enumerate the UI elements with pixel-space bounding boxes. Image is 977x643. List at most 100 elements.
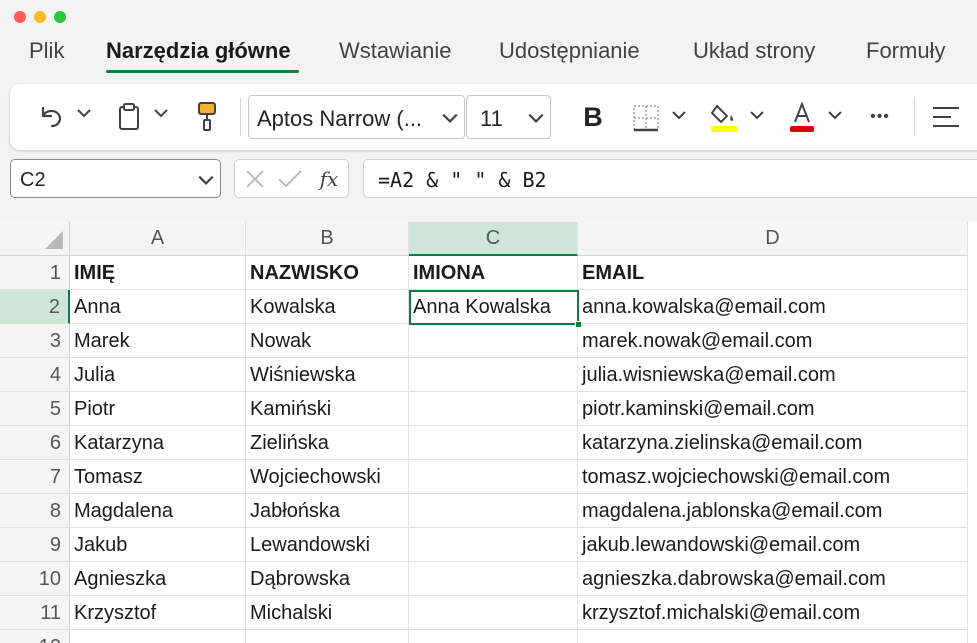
row-header-1[interactable]: 1: [0, 256, 70, 290]
table-cell[interactable]: piotr.kaminski@email.com: [578, 392, 968, 426]
font-color-chevron-down-icon[interactable]: [827, 107, 843, 127]
font-color-icon[interactable]: [786, 100, 818, 134]
close-window-button[interactable]: [14, 11, 26, 23]
table-cell[interactable]: Magdalena: [70, 494, 246, 528]
table-cell[interactable]: Nowak: [246, 324, 409, 358]
fill-color-chevron-down-icon[interactable]: [749, 107, 765, 127]
fill-color-icon[interactable]: [708, 100, 740, 134]
confirm-formula-icon[interactable]: [277, 167, 303, 191]
row-header-6[interactable]: 6: [0, 426, 70, 460]
table-cell[interactable]: [409, 562, 578, 596]
table-cell[interactable]: [409, 494, 578, 528]
table-cell[interactable]: Anna: [70, 290, 246, 324]
table-cell[interactable]: [578, 630, 968, 643]
clipboard-icon[interactable]: [114, 101, 144, 133]
row-header-3[interactable]: 3: [0, 324, 70, 358]
table-cell[interactable]: [409, 460, 578, 494]
table-cell[interactable]: Tomasz: [70, 460, 246, 494]
table-cell[interactable]: [409, 324, 578, 358]
table-cell[interactable]: [70, 630, 246, 643]
table-cell[interactable]: Michalski: [246, 596, 409, 630]
table-cell[interactable]: tomasz.wojciechowski@email.com: [578, 460, 968, 494]
bold-button[interactable]: B: [578, 102, 608, 132]
row-header-5[interactable]: 5: [0, 392, 70, 426]
row-header-4[interactable]: 4: [0, 358, 70, 392]
table-cell[interactable]: Kowalska: [246, 290, 409, 324]
tab-plik[interactable]: Plik: [29, 38, 64, 64]
header-cell[interactable]: IMIĘ: [70, 256, 246, 290]
table-cell[interactable]: [246, 630, 409, 643]
table-cell[interactable]: Wojciechowski: [246, 460, 409, 494]
column-header-b[interactable]: B: [246, 222, 409, 256]
insert-function-icon[interactable]: fx: [315, 165, 343, 193]
table-cell[interactable]: krzysztof.michalski@email.com: [578, 596, 968, 630]
table-cell[interactable]: marek.nowak@email.com: [578, 324, 968, 358]
row-header-2[interactable]: 2: [0, 290, 70, 324]
borders-chevron-down-icon[interactable]: [671, 107, 687, 127]
tab-formuly[interactable]: Formuły: [866, 38, 945, 64]
table-cell[interactable]: Piotr: [70, 392, 246, 426]
row-header-9[interactable]: 9: [0, 528, 70, 562]
format-painter-icon[interactable]: [192, 100, 222, 134]
header-cell[interactable]: NAZWISKO: [246, 256, 409, 290]
font-name-select[interactable]: Aptos Narrow (...: [248, 95, 465, 139]
name-box[interactable]: C2: [10, 159, 221, 198]
table-cell[interactable]: [409, 358, 578, 392]
row-header-8[interactable]: 8: [0, 494, 70, 528]
fill-handle[interactable]: [575, 321, 582, 328]
table-cell[interactable]: Krzysztof: [70, 596, 246, 630]
tab-narzedzia-glowne[interactable]: Narzędzia główne: [106, 38, 291, 64]
maximize-window-button[interactable]: [54, 11, 66, 23]
font-size-select[interactable]: 11: [466, 95, 551, 139]
tab-wstawianie[interactable]: Wstawianie: [339, 38, 451, 64]
font-name-chevron-down-icon: [441, 109, 459, 131]
table-cell[interactable]: [409, 528, 578, 562]
tab-uklad-strony[interactable]: Układ strony: [693, 38, 815, 64]
table-cell[interactable]: Jabłońska: [246, 494, 409, 528]
select-all-button[interactable]: [0, 222, 70, 256]
column-header-c[interactable]: C: [409, 222, 578, 256]
row-header-12[interactable]: 12: [0, 630, 70, 643]
table-cell[interactable]: Katarzyna: [70, 426, 246, 460]
table-cell[interactable]: Agnieszka: [70, 562, 246, 596]
table-cell[interactable]: [409, 392, 578, 426]
table-cell[interactable]: anna.kowalska@email.com: [578, 290, 968, 324]
table-cell[interactable]: [409, 426, 578, 460]
more-icon[interactable]: •••: [860, 102, 900, 132]
table-cell[interactable]: [409, 630, 578, 643]
table-cell[interactable]: magdalena.jablonska@email.com: [578, 494, 968, 528]
spreadsheet-grid[interactable]: A B C D 1 IMIĘ NAZWISKO IMIONA EMAIL 2 Anna Kowalsk…: [0, 222, 977, 643]
table-cell[interactable]: Kamiński: [246, 392, 409, 426]
align-icon[interactable]: [930, 102, 962, 132]
header-cell[interactable]: IMIONA: [409, 256, 578, 290]
table-cell[interactable]: Anna Kowalska: [409, 290, 578, 324]
table-cell[interactable]: agnieszka.dabrowska@email.com: [578, 562, 968, 596]
undo-chevron-down-icon[interactable]: [76, 105, 92, 125]
table-cell[interactable]: Dąbrowska: [246, 562, 409, 596]
column-header-d[interactable]: D: [578, 222, 968, 256]
undo-icon[interactable]: [36, 102, 66, 132]
table-cell[interactable]: katarzyna.zielinska@email.com: [578, 426, 968, 460]
table-cell[interactable]: jakub.lewandowski@email.com: [578, 528, 968, 562]
table-cell[interactable]: Lewandowski: [246, 528, 409, 562]
table-cell[interactable]: Marek: [70, 324, 246, 358]
tab-udostepnianie[interactable]: Udostępnianie: [499, 38, 640, 64]
paste-chevron-down-icon[interactable]: [153, 105, 169, 125]
row-header-11[interactable]: 11: [0, 596, 70, 630]
row-header-10[interactable]: 10: [0, 562, 70, 596]
table-cell[interactable]: [409, 596, 578, 630]
formula-input[interactable]: =A2 & " " & B2: [363, 159, 977, 198]
minimize-window-button[interactable]: [34, 11, 46, 23]
table-cell[interactable]: Zielińska: [246, 426, 409, 460]
table-cell[interactable]: Wiśniewska: [246, 358, 409, 392]
table-cell[interactable]: julia.wisniewska@email.com: [578, 358, 968, 392]
column-header-a[interactable]: A: [70, 222, 246, 256]
table-cell[interactable]: Jakub: [70, 528, 246, 562]
name-box-chevron-down-icon[interactable]: [197, 171, 215, 193]
cancel-formula-icon[interactable]: [243, 167, 267, 191]
header-cell[interactable]: EMAIL: [578, 256, 968, 290]
borders-icon[interactable]: [630, 102, 662, 134]
ribbon-divider: [240, 98, 241, 136]
row-header-7[interactable]: 7: [0, 460, 70, 494]
table-cell[interactable]: Julia: [70, 358, 246, 392]
